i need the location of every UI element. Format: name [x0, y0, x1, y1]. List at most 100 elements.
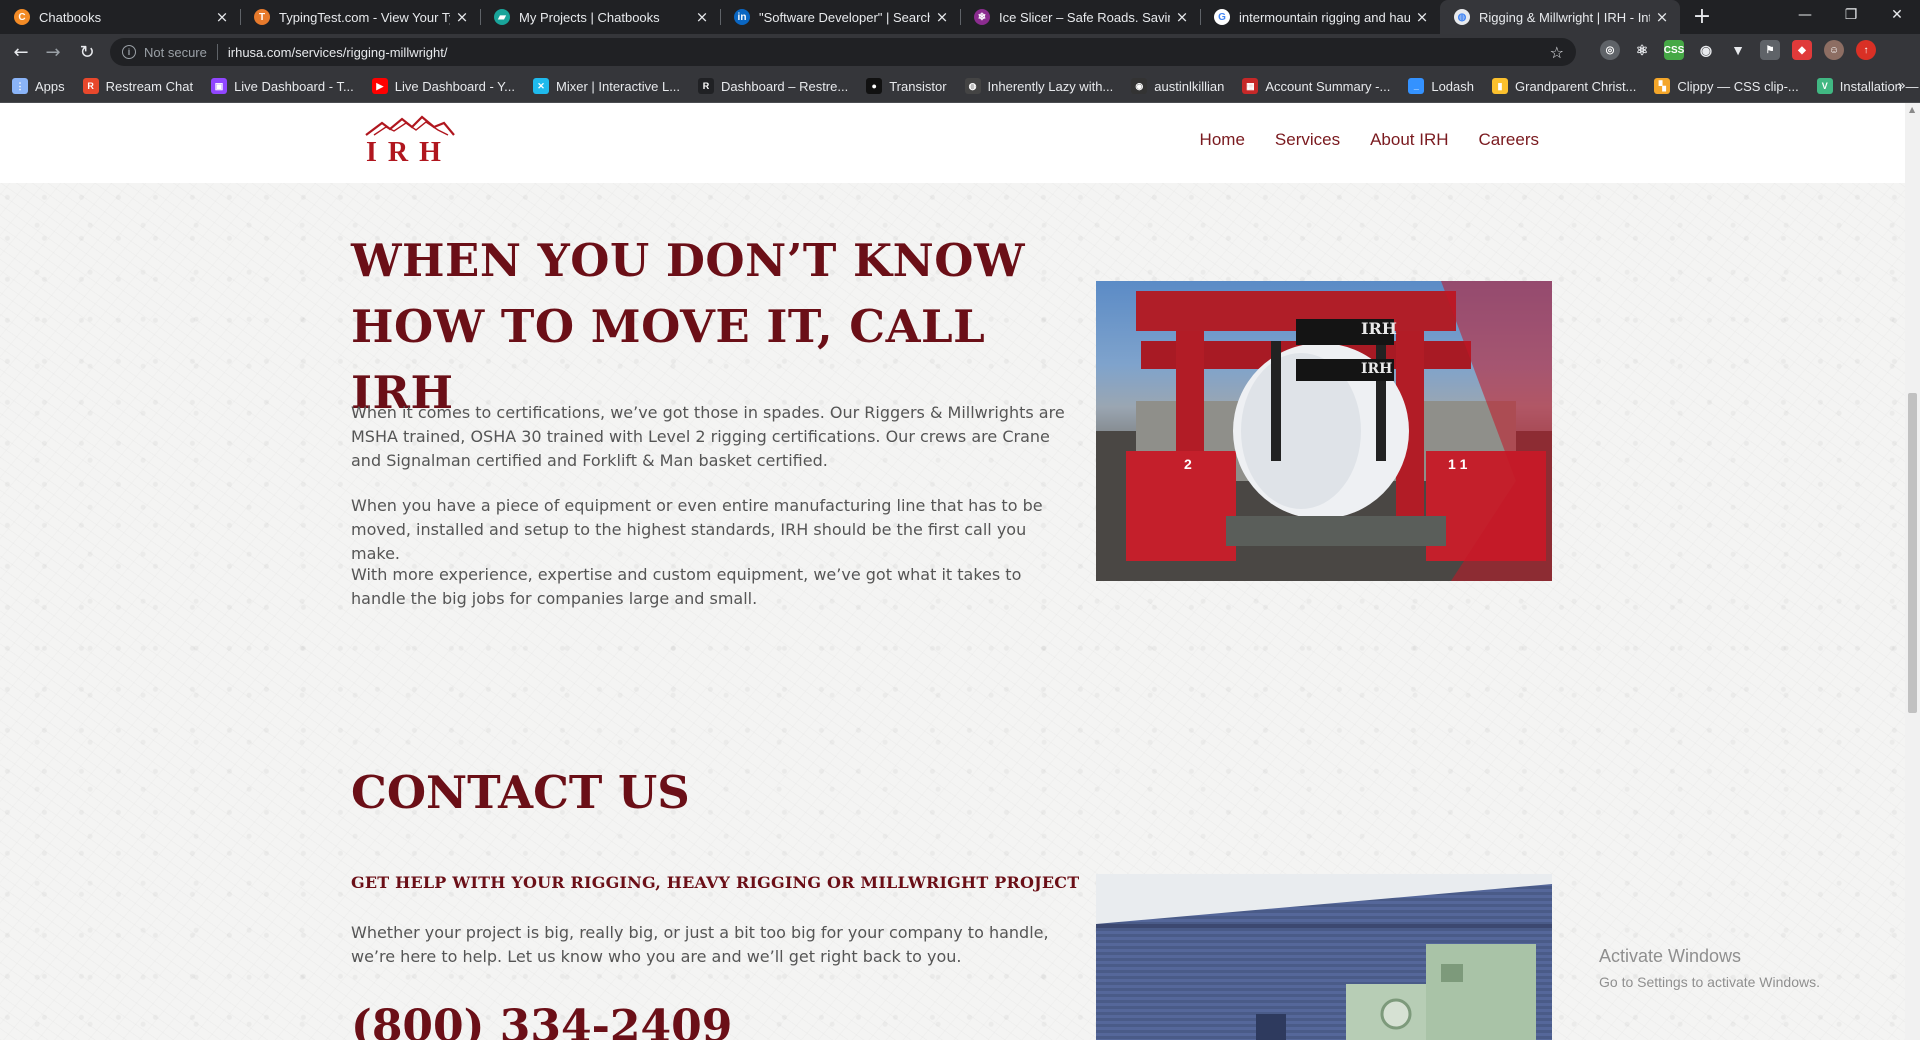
reload-icon: ↻: [79, 41, 95, 63]
tab-strip: C Chatbooks × T TypingTest.com - View Your T…: [0, 0, 1920, 34]
close-tab-icon[interactable]: ×: [1174, 9, 1190, 25]
chatbooks-icon: C: [14, 9, 30, 25]
new-tab-button[interactable]: +: [1688, 3, 1716, 31]
css-extension-icon[interactable]: CSS: [1664, 40, 1684, 60]
experience-paragraph: With more experience, expertise and cust…: [351, 565, 1022, 608]
bookmark-favicon-icon: R: [698, 78, 715, 94]
bookmark-item[interactable]: ▣ Live Dashboard - T...: [211, 78, 354, 94]
nav-home[interactable]: Home: [1200, 130, 1245, 150]
lighthouse-extension-icon[interactable]: ⚑: [1760, 40, 1780, 60]
bookmark-label: Installation — Vue.js: [1839, 78, 1920, 94]
bookmark-item[interactable]: ◉ austinlkillian: [1131, 78, 1224, 94]
tab-title: My Projects | Chatbooks: [519, 9, 660, 25]
browser-tab[interactable]: ◍ Rigging & Millwright | IRH - Inter ×: [1440, 0, 1680, 34]
logo-text: IRH: [366, 137, 452, 168]
bookmarks-overflow-button[interactable]: »: [1897, 78, 1906, 94]
close-window-button[interactable]: ✕: [1874, 0, 1920, 30]
close-tab-icon[interactable]: ×: [934, 9, 950, 25]
update-alert-icon[interactable]: ↑: [1856, 40, 1876, 60]
scroll-up-arrow-icon[interactable]: ▲: [1909, 105, 1915, 114]
target-extension-icon[interactable]: ◉: [1696, 40, 1716, 60]
tab-title: Ice Slicer – Safe Roads. Saving Liv: [999, 9, 1170, 25]
restore-button[interactable]: ❐: [1828, 0, 1874, 30]
bookmark-item[interactable]: ◍ Inherently Lazy with...: [964, 78, 1113, 94]
gantry-sign-upper: IRH: [1361, 319, 1397, 338]
github-extension-icon[interactable]: ◎: [1600, 40, 1620, 60]
react-devtools-icon[interactable]: ⚛: [1632, 40, 1652, 60]
page-scrollbar[interactable]: ▲: [1905, 103, 1920, 1040]
site-logo[interactable]: IRH: [362, 115, 458, 171]
url-text[interactable]: irhusa.com/services/rigging-millwright/: [228, 45, 448, 60]
bookmark-item[interactable]: ▶ Live Dashboard - Y...: [371, 78, 515, 94]
phone-number-link[interactable]: (800) 334-2409: [351, 1001, 732, 1040]
browser-tab[interactable]: in "Software Developer" | Search | Li×: [720, 0, 960, 34]
vue-devtools-icon[interactable]: ▼: [1728, 40, 1748, 60]
bookmark-item[interactable]: ▚ Clippy — CSS clip-...: [1654, 78, 1799, 94]
minimize-button[interactable]: —: [1782, 0, 1828, 30]
bookmark-item[interactable]: ✕ Mixer | Interactive L...: [533, 78, 680, 94]
omnibox-divider: [216, 44, 218, 60]
bookmark-item[interactable]: ⋮ Apps: [12, 78, 65, 94]
gantry-sign-lower: IRH: [1361, 361, 1393, 377]
bookmark-favicon-icon: ▮: [1492, 78, 1508, 94]
bookmark-favicon-icon: _: [1408, 78, 1425, 94]
equipment-paragraph: When you have a piece of equipment or ev…: [351, 496, 1043, 563]
iceslicer-icon: ❄: [974, 9, 990, 25]
bookmark-label: austinlkillian: [1154, 78, 1225, 94]
bookmark-favicon-icon: R: [82, 78, 99, 94]
machinery-photo: [1096, 874, 1552, 1040]
close-tab-icon[interactable]: ×: [454, 9, 470, 25]
bookmark-label: Grandparent Christ...: [1515, 78, 1637, 94]
bookmark-item[interactable]: R Restream Chat: [82, 78, 194, 94]
browser-tab[interactable]: C Chatbooks ×: [0, 0, 240, 34]
bookmark-star-icon[interactable]: ☆: [1550, 43, 1564, 62]
info-icon[interactable]: i: [122, 45, 136, 59]
typingtest-icon: T: [254, 9, 270, 25]
browser-tab[interactable]: T TypingTest.com - View Your Typin×: [240, 0, 480, 34]
bookmark-item[interactable]: R Dashboard – Restre...: [698, 78, 848, 94]
contact-subheading: GET HELP WITH YOUR RIGGING, HEAVY RIGGIN…: [351, 873, 1080, 892]
forward-button[interactable]: →: [38, 37, 68, 67]
bookmark-label: Clippy — CSS clip-...: [1677, 78, 1799, 94]
bookmark-item[interactable]: _ Lodash: [1408, 78, 1474, 94]
bookmark-favicon-icon: ◉: [1131, 78, 1148, 94]
gantry-illustration: [1096, 281, 1552, 581]
tab-title: Rigging & Millwright | IRH - Inter: [1479, 9, 1650, 25]
bookmark-item[interactable]: ● Transistor: [866, 78, 947, 94]
pocket-extension-icon[interactable]: ◆: [1792, 40, 1812, 60]
bookmark-favicon-icon: V: [1816, 78, 1833, 94]
bookmark-favicon-icon: ✕: [533, 78, 549, 94]
bookmark-list: ⋮ Apps R Restream Chat ▣ Live Dashboard - T..…: [12, 78, 1920, 94]
nav-about[interactable]: About IRH: [1370, 130, 1448, 150]
close-tab-icon[interactable]: ×: [214, 9, 230, 25]
windows-activation-subtitle: Go to Settings to activate Windows.: [1599, 974, 1820, 990]
scrollbar-thumb[interactable]: [1908, 393, 1917, 713]
bookmark-favicon-icon: ▶: [371, 78, 388, 94]
profile-avatar[interactable]: ☺: [1824, 40, 1844, 60]
arrow-right-icon: →: [45, 41, 61, 63]
bookmark-label: Transistor: [889, 78, 947, 94]
browser-tab[interactable]: ▰ My Projects | Chatbooks ×: [480, 0, 720, 34]
close-tab-icon[interactable]: ×: [694, 9, 710, 25]
back-button[interactable]: ←: [6, 37, 36, 67]
windows-activation-title: Activate Windows: [1599, 946, 1742, 966]
browser-tab[interactable]: ❄ Ice Slicer – Safe Roads. Saving Liv×: [960, 0, 1200, 34]
bookmark-favicon-icon: ◍: [964, 78, 981, 94]
gantry-rigging-photo: IRH IRH 2 1 1: [1096, 281, 1552, 581]
bookmark-item[interactable]: ▦ Account Summary -...: [1242, 78, 1390, 94]
window-controls: — ❐ ✕: [1782, 0, 1920, 30]
reload-button[interactable]: ↻: [72, 37, 102, 67]
gantry-leg-number-right: 1 1: [1448, 456, 1468, 472]
nav-services[interactable]: Services: [1275, 130, 1340, 150]
bookmark-favicon-icon: ▣: [211, 78, 228, 94]
close-tab-icon[interactable]: ×: [1414, 9, 1430, 25]
linkedin-icon: in: [734, 9, 750, 25]
bookmark-item[interactable]: ▮ Grandparent Christ...: [1492, 78, 1636, 94]
browser-tab[interactable]: Gintermountain rigging and haulin ×: [1200, 0, 1440, 34]
mountain-logo-icon: [365, 115, 455, 136]
address-bar[interactable]: i Not secure irhusa.com/services/rigging…: [110, 38, 1576, 66]
bookmark-label: Restream Chat: [105, 78, 194, 94]
chatbooks-projects-icon: ▰: [494, 9, 510, 25]
close-tab-icon[interactable]: ×: [1654, 9, 1670, 25]
nav-careers[interactable]: Careers: [1479, 130, 1539, 150]
